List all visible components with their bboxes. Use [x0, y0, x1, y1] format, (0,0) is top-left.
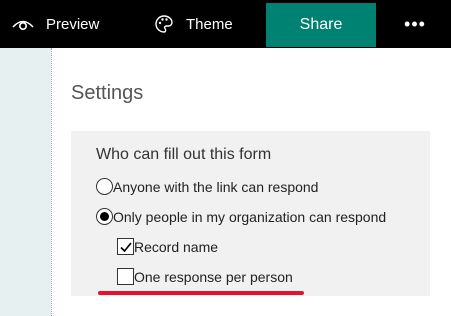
radio-anyone[interactable]	[96, 178, 113, 195]
option-label: Anyone with the link can respond	[113, 178, 319, 195]
checkbox-record-name[interactable]	[117, 238, 134, 255]
top-toolbar: Preview Theme Share •••	[0, 0, 451, 48]
preview-button[interactable]: Preview	[12, 0, 99, 48]
option-anyone-with-link[interactable]: Anyone with the link can respond	[96, 178, 318, 195]
left-background-strip	[0, 48, 51, 316]
option-one-response[interactable]: One response per person	[117, 268, 293, 285]
option-label: Only people in my organization can respo…	[113, 208, 387, 225]
radio-org-only[interactable]	[96, 208, 113, 225]
option-label: One response per person	[134, 268, 293, 285]
section-heading: Who can fill out this form	[96, 146, 272, 163]
checkmark-icon	[120, 242, 132, 253]
preview-label: Preview	[46, 15, 100, 33]
settings-title: Settings	[71, 82, 144, 104]
palette-icon	[154, 14, 174, 34]
theme-label: Theme	[186, 15, 233, 33]
checkbox-one-response[interactable]	[117, 268, 134, 285]
more-options-icon[interactable]: •••	[398, 0, 432, 48]
eye-icon	[12, 16, 34, 32]
theme-button[interactable]: Theme	[154, 0, 233, 48]
share-button[interactable]: Share	[266, 3, 376, 47]
highlight-underline	[98, 291, 304, 295]
option-record-name[interactable]: Record name	[117, 238, 218, 255]
option-label: Record name	[134, 238, 219, 255]
option-org-only[interactable]: Only people in my organization can respo…	[96, 208, 386, 225]
